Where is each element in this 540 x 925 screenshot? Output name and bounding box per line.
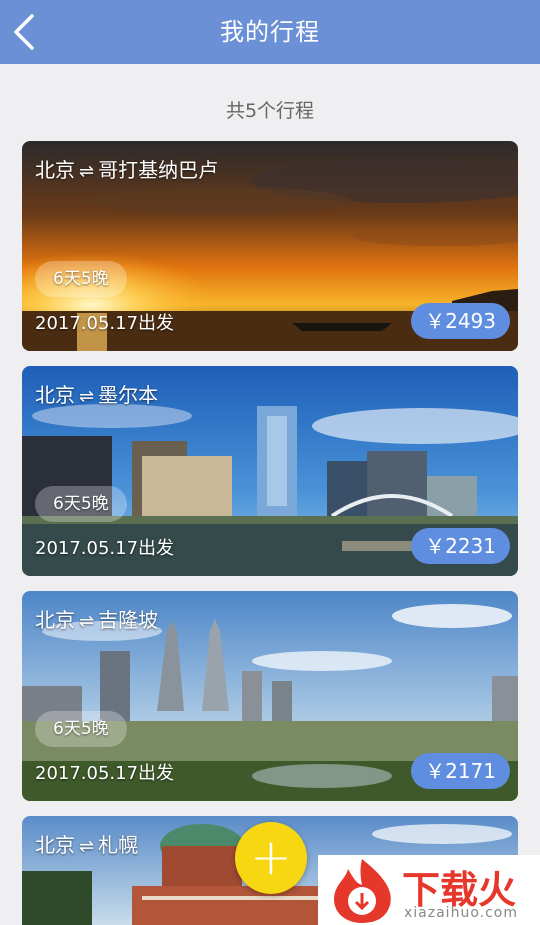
duration-badge: 6天5晚 <box>35 711 127 747</box>
add-trip-button[interactable]: + <box>235 822 307 894</box>
trip-card[interactable]: 北京 ⇌ 吉隆坡 6天5晚 2017.05.17出发 ￥2171 <box>22 591 518 801</box>
destination-city: 吉隆坡 <box>98 608 159 632</box>
origin-city: 北京 <box>35 383 75 407</box>
flame-logo-icon <box>334 859 391 923</box>
trip-route: 北京 ⇌ 吉隆坡 <box>35 604 158 633</box>
trip-route: 北京 ⇌ 札幌 <box>35 829 138 858</box>
departure-date: 2017.05.17出发 <box>35 313 175 334</box>
duration-badge: 6天5晚 <box>35 486 127 522</box>
plus-icon: + <box>250 828 292 886</box>
trip-count: 共5个行程 <box>225 100 315 122</box>
round-trip-icon: ⇌ <box>79 386 95 407</box>
destination-city: 哥打基纳巴卢 <box>98 158 219 182</box>
destination-city: 札幌 <box>98 833 139 857</box>
watermark-logo: 下载火 xiazaihuo.com <box>318 855 540 925</box>
trip-card[interactable]: 北京 ⇌ 哥打基纳巴卢 6天5晚 2017.05.17出发 ￥2493 <box>22 141 518 351</box>
round-trip-icon: ⇌ <box>79 161 95 182</box>
round-trip-icon: ⇌ <box>79 836 95 857</box>
trip-card[interactable]: 北京 ⇌ 墨尔本 6天5晚 2017.05.17出发 ￥2231 <box>22 366 518 576</box>
trip-route: 北京 ⇌ 哥打基纳巴卢 <box>35 154 218 183</box>
app-header: 我的行程 <box>0 0 540 64</box>
departure-date: 2017.05.17出发 <box>35 763 175 784</box>
duration-badge: 6天5晚 <box>35 261 127 297</box>
price-badge: ￥2493 <box>411 303 510 339</box>
origin-city: 北京 <box>35 833 75 857</box>
departure-date: 2017.05.17出发 <box>35 538 175 559</box>
trip-route: 北京 ⇌ 墨尔本 <box>35 379 158 408</box>
round-trip-icon: ⇌ <box>79 611 95 632</box>
price-badge: ￥2231 <box>411 528 510 564</box>
destination-city: 墨尔本 <box>98 383 159 407</box>
price-badge: ￥2171 <box>411 753 510 789</box>
origin-city: 北京 <box>35 608 75 632</box>
origin-city: 北京 <box>35 158 75 182</box>
page-title: 我的行程 <box>220 18 320 46</box>
watermark-url: xiazaihuo.com <box>404 905 518 921</box>
